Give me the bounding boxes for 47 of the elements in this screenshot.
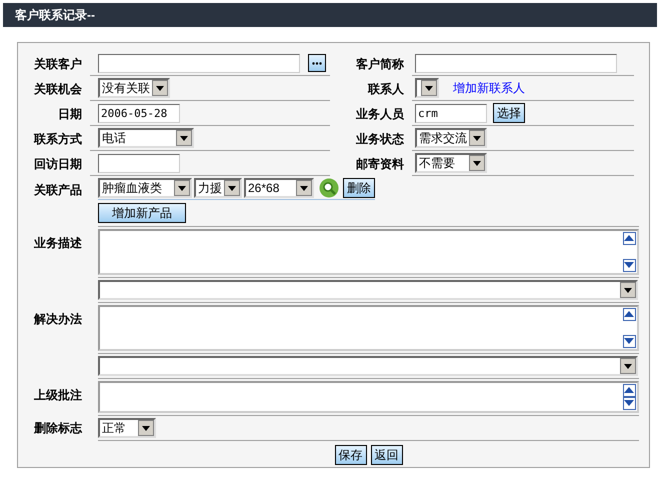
text-input[interactable] xyxy=(415,54,617,72)
scroll-down-icon[interactable] xyxy=(623,259,636,272)
dropdown[interactable] xyxy=(415,78,439,98)
scroll-down-icon[interactable] xyxy=(623,397,636,410)
field-label: 联系方式 xyxy=(32,130,83,148)
scroll-up-icon[interactable] xyxy=(623,308,636,321)
field-label: 删除标志 xyxy=(32,420,84,437)
add-contact-link[interactable]: 增加新联系人 xyxy=(453,79,525,97)
scroll-down-icon[interactable] xyxy=(623,335,636,348)
field-label: 关联产品 xyxy=(32,182,83,199)
field-label: 日期 xyxy=(57,106,83,122)
field-label: 联系人 xyxy=(366,80,405,98)
field-label: 业务状态 xyxy=(355,130,405,148)
select-button[interactable]: 选择 xyxy=(493,103,525,123)
field-label: 回访日期 xyxy=(33,156,83,172)
back-button[interactable]: 返回 xyxy=(370,445,402,465)
text-input[interactable]: crm xyxy=(415,104,487,122)
save-button[interactable]: 保存 xyxy=(334,445,366,465)
text-input[interactable] xyxy=(98,154,180,172)
text-input[interactable] xyxy=(98,54,300,72)
dropdown[interactable]: 力援 xyxy=(194,178,242,198)
more-icon xyxy=(312,62,322,64)
scroll-up-icon[interactable] xyxy=(623,232,636,245)
field-label: 邮寄资料 xyxy=(355,156,405,172)
dropdown[interactable]: 电话 xyxy=(98,128,194,148)
delete-button[interactable]: 删除 xyxy=(343,178,375,198)
lookup-button[interactable] xyxy=(308,54,326,72)
dropdown[interactable]: 肿瘤血液类 xyxy=(98,178,192,198)
field-label: 上级批注 xyxy=(33,387,83,404)
combo-box[interactable] xyxy=(98,280,638,300)
scroll-up-icon[interactable] xyxy=(623,384,636,397)
field-label: 业务描述 xyxy=(33,235,83,252)
field-label: 业务人员 xyxy=(355,106,405,122)
search-icon[interactable] xyxy=(319,178,339,198)
dropdown[interactable]: 正常 xyxy=(98,418,156,438)
field-label: 关联客户 xyxy=(32,56,83,72)
field-label: 解决办法 xyxy=(32,311,83,328)
page-title: 客户联系记录-- xyxy=(15,7,95,24)
combo-box[interactable] xyxy=(98,356,638,376)
dropdown[interactable]: 不需要 xyxy=(415,153,487,173)
dropdown[interactable]: 需求交流 xyxy=(415,128,487,148)
dropdown[interactable]: 26*68 xyxy=(244,178,314,198)
dropdown[interactable]: 没有关联 xyxy=(98,78,170,98)
text-input[interactable]: 2006-05-28 xyxy=(98,104,180,122)
field-label: 客户简称 xyxy=(355,56,405,72)
field-label: 关联机会 xyxy=(32,80,83,98)
add-product-button[interactable]: 增加新产品 xyxy=(98,203,186,223)
